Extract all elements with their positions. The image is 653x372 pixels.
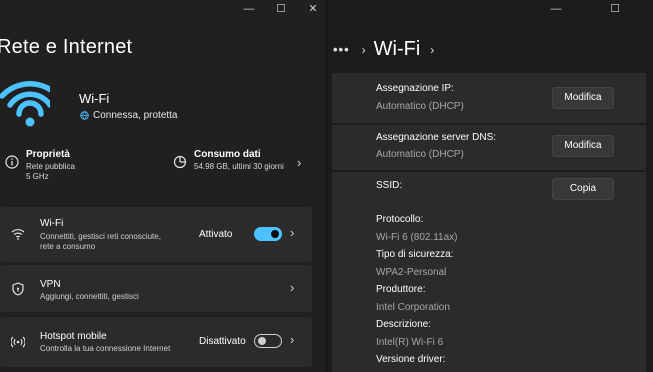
settings-left-pane: — ☐ ✕ Rete e Internet Wi-Fi Connessa, pr… — [0, 0, 326, 372]
dns-assignment-label: Assegnazione server DNS: — [376, 132, 497, 143]
edit-ip-button[interactable]: Modifica — [552, 87, 614, 109]
manufacturer-label: Produttore: — [376, 284, 426, 295]
connection-status: Connessa, protetta — [80, 110, 178, 121]
dns-assignment-row: Assegnazione server DNS: Automatico (DHC… — [332, 125, 646, 170]
wifi-item-desc-2: rete a consumo — [40, 242, 96, 251]
vpn-item-title: VPN — [40, 279, 61, 290]
properties-link[interactable]: Proprietà Rete pubblica 5 GHz — [5, 149, 75, 182]
description-label: Descrizione: — [376, 319, 432, 330]
pie-chart-icon — [173, 155, 187, 169]
shield-icon — [12, 282, 24, 296]
minimize-button[interactable]: — — [242, 2, 256, 16]
network-details: SSID: Copia Protocollo: Wi-Fi 6 (802.11a… — [332, 172, 646, 372]
ssid-label: SSID: — [376, 180, 403, 191]
vpn-settings-item[interactable]: VPN Aggiungi, connettiti, gestisci › — [0, 265, 312, 312]
breadcrumb-current: Wi-Fi — [373, 38, 421, 60]
page-title: Rete e Internet — [0, 36, 133, 58]
properties-network-type: Rete pubblica — [26, 162, 75, 171]
ip-assignment-value: Automatico (DHCP) — [376, 101, 464, 112]
data-usage-title: Consumo dati — [194, 149, 261, 160]
protocol-label: Protocollo: — [376, 214, 424, 225]
manufacturer-value: Intel Corporation — [376, 302, 450, 313]
chevron-right-icon: › — [430, 42, 435, 57]
ip-assignment-label: Assegnazione IP: — [376, 83, 454, 94]
copy-button[interactable]: Copia — [552, 178, 614, 200]
maximize-button[interactable]: ☐ — [274, 2, 288, 16]
ip-assignment-row: Assegnazione IP: Automatico (DHCP) Modif… — [332, 73, 646, 123]
data-usage-amount: 54.98 GB, ultimi 30 giorni — [194, 162, 284, 171]
hotspot-toggle[interactable] — [254, 334, 282, 348]
minimize-button[interactable]: — — [549, 2, 563, 16]
breadcrumb: ••• › Wi-Fi › — [333, 38, 434, 61]
dns-assignment-value: Automatico (DHCP) — [376, 149, 464, 160]
breadcrumb-more-button[interactable]: ••• — [333, 42, 350, 57]
connection-status-text: Connessa, protetta — [93, 110, 178, 121]
hotspot-item-title: Hotspot mobile — [40, 331, 107, 342]
security-type-label: Tipo di sicurezza: — [376, 249, 454, 260]
chevron-right-icon: › — [290, 280, 295, 295]
wifi-item-desc: Connettiti, gestisci reti conosciute, — [40, 232, 161, 241]
properties-band: 5 GHz — [26, 172, 49, 181]
wifi-icon — [11, 229, 25, 240]
hotspot-icon — [11, 336, 25, 348]
network-name: Wi-Fi — [79, 91, 110, 106]
protocol-value: Wi-Fi 6 (802.11ax) — [376, 232, 458, 243]
wifi-properties-pane: — ☐ ••• › Wi-Fi › Assegnazione IP: Autom… — [327, 0, 653, 372]
edit-dns-button[interactable]: Modifica — [552, 135, 614, 157]
data-usage-link[interactable]: Consumo dati 54.98 GB, ultimi 30 giorni — [173, 149, 284, 172]
properties-title: Proprietà — [26, 149, 70, 160]
close-button[interactable]: ✕ — [306, 2, 320, 16]
wifi-item-title: Wi-Fi — [40, 218, 64, 229]
chevron-right-icon: › — [290, 225, 295, 240]
maximize-button[interactable]: ☐ — [608, 2, 622, 16]
hotspot-item-desc: Controlla la tua connessione Internet — [40, 344, 171, 353]
hotspot-settings-item[interactable]: Hotspot mobile Controlla la tua connessi… — [0, 317, 312, 367]
description-value: Intel(R) Wi-Fi 6 — [376, 337, 444, 348]
chevron-right-icon: › — [297, 155, 302, 170]
wifi-toggle-state: Attivato — [199, 229, 233, 240]
security-type-value: WPA2-Personal — [376, 267, 447, 278]
chevron-right-icon: › — [361, 42, 366, 57]
globe-icon — [80, 111, 89, 120]
vpn-item-desc: Aggiungi, connettiti, gestisci — [40, 292, 139, 301]
wifi-toggle[interactable] — [254, 227, 282, 241]
chevron-right-icon: › — [290, 332, 295, 347]
info-icon — [5, 155, 19, 169]
wifi-icon — [0, 81, 50, 127]
wifi-settings-item[interactable]: Wi-Fi Connettiti, gestisci reti conosciu… — [0, 207, 312, 262]
hotspot-toggle-state: Disattivato — [199, 336, 246, 347]
driver-version-label: Versione driver: — [376, 354, 446, 365]
